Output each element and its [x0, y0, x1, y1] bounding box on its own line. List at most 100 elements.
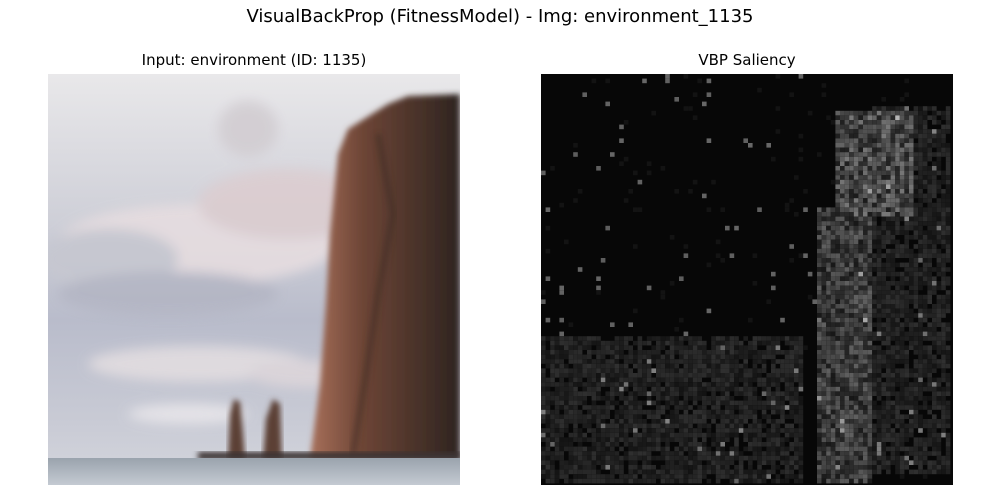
- saliency-cell: [927, 322, 932, 327]
- saliency-cell: [720, 469, 725, 475]
- saliency-cell: [876, 428, 882, 433]
- saliency-cell: [702, 368, 707, 373]
- saliency-cell: [904, 212, 909, 217]
- saliency-cell: [642, 428, 647, 433]
- saliency-cell: [817, 253, 822, 258]
- saliency-cell: [766, 382, 771, 387]
- saliency-cell: [863, 235, 868, 240]
- saliency-cell: [881, 152, 886, 157]
- saliency-cell: [927, 432, 932, 438]
- saliency-cell: [564, 423, 569, 429]
- saliency-cell: [794, 368, 799, 373]
- saliency-cell: [729, 455, 735, 461]
- saliency-cell: [886, 428, 891, 433]
- saliency-cell: [867, 207, 873, 212]
- saliency-cell: [899, 161, 905, 166]
- saliency-cell: [867, 193, 873, 199]
- saliency-cell: [780, 336, 785, 341]
- saliency-cell: [881, 327, 886, 332]
- saliency-cell: [757, 336, 762, 341]
- saliency-cell: [633, 460, 638, 465]
- saliency-cell: [886, 212, 891, 217]
- saliency-cell: [798, 400, 804, 406]
- saliency-cell: [867, 405, 873, 410]
- saliency-cell: [853, 271, 859, 277]
- saliency-cell: [840, 212, 845, 217]
- saliency-cell: [628, 377, 633, 383]
- saliency-cell: [669, 363, 675, 369]
- saliency-cell: [872, 308, 877, 314]
- saliency-cell: [706, 350, 712, 355]
- saliency-cell: [918, 184, 923, 189]
- saliency-cell: [927, 216, 932, 222]
- saliency-cell: [932, 382, 937, 387]
- saliency-cell: [587, 340, 592, 346]
- saliency-cell: [734, 345, 739, 350]
- saliency-cell: [669, 432, 675, 438]
- saliency-cell: [890, 432, 896, 438]
- saliency-cell: [683, 478, 689, 484]
- saliency-cell: [849, 202, 854, 208]
- saliency-cell: [794, 419, 799, 424]
- saliency-cell: [876, 460, 882, 465]
- saliency-cell: [872, 193, 877, 199]
- saliency-cell: [872, 322, 877, 327]
- saliency-cell: [844, 299, 850, 304]
- saliency-cell: [876, 239, 882, 245]
- saliency-cell: [844, 428, 850, 433]
- saliency-cell: [886, 432, 891, 438]
- saliency-cell: [775, 423, 781, 429]
- saliency-cell: [858, 193, 863, 199]
- saliency-cell: [757, 442, 762, 447]
- saliency-cell: [876, 419, 882, 424]
- saliency-cell: [766, 373, 771, 378]
- saliency-cell: [738, 419, 744, 424]
- saliency-cell: [559, 437, 564, 442]
- saliency-cell: [849, 248, 854, 254]
- saliency-cell: [858, 294, 863, 300]
- saliency-cell: [858, 359, 863, 364]
- saliency-cell: [766, 414, 771, 419]
- saliency-cell: [945, 322, 951, 327]
- saliency-cell: [821, 267, 827, 272]
- saliency-cell: [895, 423, 900, 429]
- saliency-cell: [605, 359, 610, 364]
- saliency-cell: [757, 455, 762, 461]
- saliency-cell: [922, 386, 928, 392]
- saliency-cell: [945, 432, 951, 438]
- saliency-cell: [734, 382, 739, 387]
- saliency-cell: [918, 281, 923, 286]
- saliency-cell: [646, 451, 652, 456]
- saliency-cell: [633, 451, 638, 456]
- saliency-cell: [918, 248, 923, 254]
- saliency-cell: [591, 78, 597, 84]
- saliency-cell: [743, 368, 748, 373]
- saliency-cell: [895, 451, 900, 456]
- saliency-cell: [669, 460, 675, 465]
- saliency-cell: [729, 474, 735, 479]
- saliency-cell: [794, 400, 799, 406]
- saliency-cell: [729, 469, 735, 475]
- saliency-cell: [610, 350, 615, 355]
- saliency-cell: [922, 244, 928, 249]
- saliency-cell: [890, 359, 896, 364]
- saliency-cell: [840, 207, 845, 212]
- saliency-cell: [936, 377, 942, 383]
- saliency-cell: [881, 207, 886, 212]
- saliency-cell: [789, 432, 794, 438]
- saliency-cell: [665, 340, 670, 346]
- saliency-cell: [725, 359, 730, 364]
- saliency-cell: [821, 336, 827, 341]
- saliency-cell: [872, 198, 877, 203]
- saliency-cell: [853, 465, 859, 470]
- saliency-cell: [642, 419, 647, 424]
- saliency-cell: [646, 446, 652, 452]
- saliency-cell: [849, 386, 854, 392]
- saliency-cell: [858, 276, 863, 281]
- saliency-cell: [817, 465, 822, 470]
- saliency-cell: [909, 382, 914, 387]
- saliency-cell: [821, 382, 827, 387]
- saliency-cell: [697, 340, 702, 346]
- saliency-cell: [909, 258, 914, 263]
- saliency-cell: [886, 409, 891, 415]
